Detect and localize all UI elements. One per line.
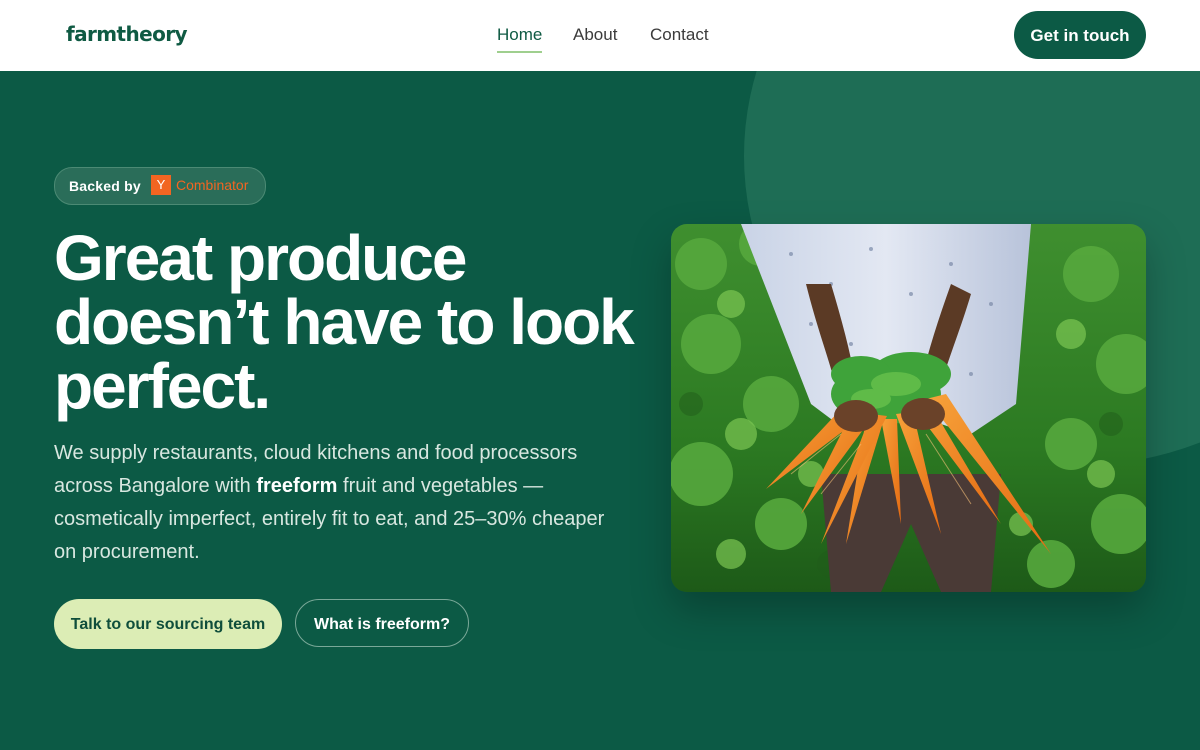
site-header: farmtheory Home About Contact Get in tou… [0,0,1200,71]
y-combinator-logo-icon: Y [151,175,171,195]
badge-label: Backed by [69,178,141,194]
nav-about-link[interactable]: About [573,24,617,46]
nav-contact-link[interactable]: Contact [650,24,709,46]
what-is-freeform-button[interactable]: What is freeform? [295,599,469,647]
talk-to-sourcing-team-button[interactable]: Talk to our sourcing team [54,599,282,649]
y-combinator-wordmark: Combinator [176,177,249,193]
get-in-touch-button[interactable]: Get in touch [1014,11,1146,59]
freeform-emphasis: freeform [256,475,338,497]
hero-section: Backed by Y Combinator Great produce doe… [0,71,1200,750]
nav-home-link[interactable]: Home [497,24,543,53]
backed-by-badge: Backed by Y Combinator [54,167,266,205]
hero-headline: Great produce doesn’t have to look perfe… [54,222,635,422]
hero-description: We supply restaurants, cloud kitchens an… [54,437,614,569]
farmer-carrots-image [671,224,1146,592]
farmer-holding-carrots-illustration [671,224,1146,592]
